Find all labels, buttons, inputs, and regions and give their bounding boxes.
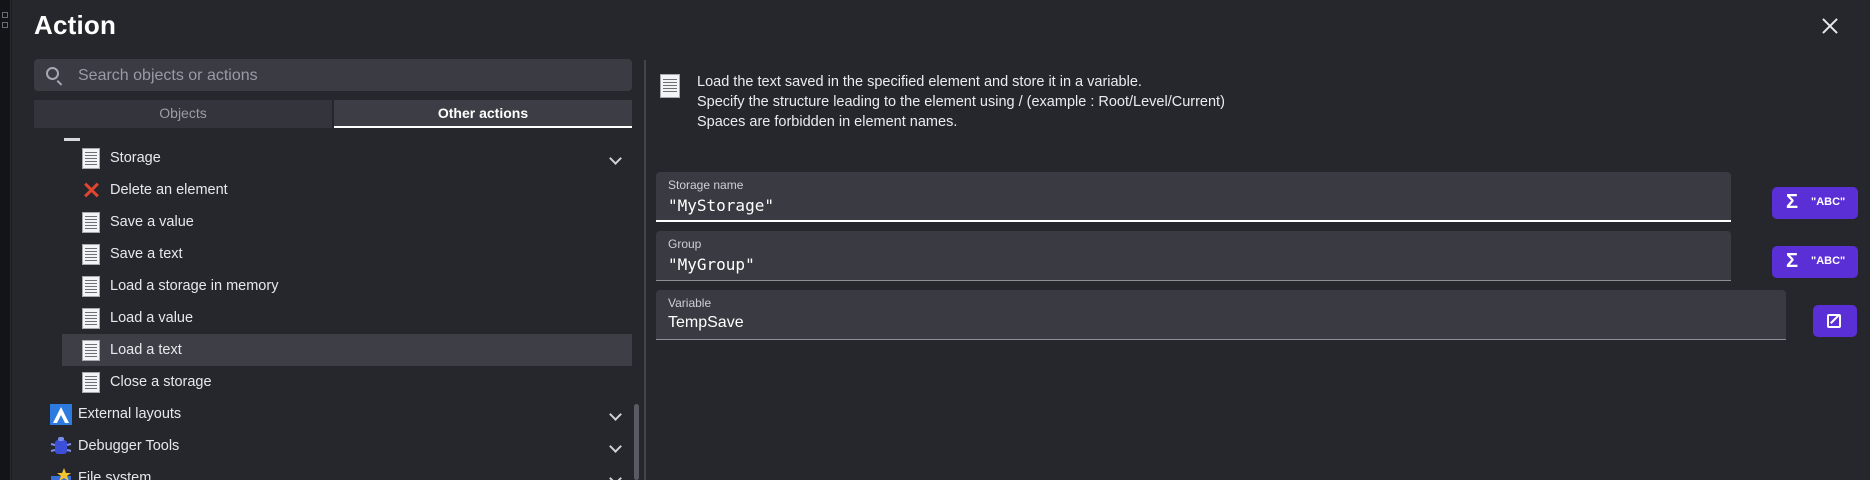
chevron-down-icon[interactable]	[609, 408, 622, 421]
tree-item-label: External layouts	[78, 406, 182, 422]
search-bar[interactable]	[34, 59, 632, 93]
doc-icon	[82, 212, 100, 233]
storage-name-field[interactable]: Storage name "MyStorage"	[656, 172, 1731, 222]
field-value[interactable]: TempSave	[668, 314, 744, 332]
tree-item-save-value[interactable]: Save a value	[62, 206, 632, 238]
left-edge-strip	[0, 0, 11, 480]
search-icon	[46, 67, 59, 80]
field-label: Group	[668, 237, 702, 251]
tree-item-label: Delete an element	[110, 182, 228, 198]
tab-bar: Objects Other actions	[34, 100, 632, 128]
abc-label: "ABC"	[1811, 196, 1846, 208]
doc-icon	[82, 308, 100, 329]
search-input[interactable]	[76, 59, 620, 93]
action-description: Load the text saved in the specified ele…	[697, 72, 1225, 132]
group-field[interactable]: Group "MyGroup"	[656, 231, 1731, 281]
dialog-title: Action	[34, 10, 117, 40]
action-dialog: Action Objects Other actions Storage Del…	[12, 0, 1870, 480]
tree-item-close-storage[interactable]: Close a storage	[62, 366, 632, 398]
tree-item-storage[interactable]: Storage	[62, 142, 632, 174]
tree-item-delete-element[interactable]: Delete an element	[62, 174, 632, 206]
doc-icon	[82, 244, 100, 265]
field-value[interactable]: "MyStorage"	[668, 196, 774, 215]
doc-icon	[82, 372, 100, 393]
tree-item-save-text[interactable]: Save a text	[62, 238, 632, 270]
tree-category-external-layouts[interactable]: External layouts	[46, 398, 632, 430]
field-label: Storage name	[668, 178, 744, 192]
chevron-down-icon[interactable]	[609, 152, 622, 165]
sigma-icon: Σ	[1786, 250, 1799, 272]
description-line: Specify the structure leading to the ele…	[697, 94, 1225, 110]
panel-divider[interactable]	[644, 60, 646, 480]
field-label: Variable	[668, 296, 712, 310]
description-line: Load the text saved in the specified ele…	[697, 74, 1142, 90]
tree-item-label: Load a value	[110, 310, 194, 326]
open-variable-editor-button[interactable]	[1813, 305, 1857, 337]
tree-item-label: Load a text	[110, 342, 182, 358]
tree-category-debugger-tools[interactable]: Debugger Tools	[46, 430, 632, 462]
file-system-icon	[51, 468, 71, 480]
sigma-icon: Σ	[1786, 191, 1799, 213]
chevron-down-icon[interactable]	[609, 472, 622, 480]
tab-other-actions[interactable]: Other actions	[334, 100, 632, 128]
delete-x-icon	[82, 181, 100, 199]
action-doc-icon	[660, 74, 680, 98]
action-tree: Storage Delete an element Save a value S…	[34, 132, 634, 480]
tree-item-label: File system	[78, 470, 152, 480]
tree-item-load-value[interactable]: Load a value	[62, 302, 632, 334]
grid-icon	[2, 12, 8, 18]
grid-icon	[2, 22, 8, 28]
expression-editor-button[interactable]: Σ "ABC"	[1772, 187, 1858, 219]
collapsed-group-marker	[64, 138, 80, 141]
doc-icon	[82, 276, 100, 297]
tree-item-label: Close a storage	[110, 374, 212, 390]
tree-item-load-text[interactable]: Load a text	[62, 334, 632, 366]
tree-item-label: Save a text	[110, 246, 183, 262]
tab-objects[interactable]: Objects	[34, 100, 332, 128]
tree-item-label: Save a value	[110, 214, 194, 230]
tree-scrollbar[interactable]	[634, 404, 639, 480]
external-link-icon	[1827, 314, 1841, 328]
tree-item-label: Storage	[110, 150, 161, 166]
external-layouts-icon	[50, 404, 72, 425]
doc-icon	[82, 340, 100, 361]
abc-label: "ABC"	[1811, 255, 1846, 267]
close-icon[interactable]	[1818, 14, 1842, 38]
field-value[interactable]: "MyGroup"	[668, 255, 755, 274]
tree-item-label: Debugger Tools	[78, 438, 180, 454]
variable-field[interactable]: Variable TempSave	[656, 290, 1786, 340]
tree-item-label: Load a storage in memory	[110, 278, 279, 294]
tree-category-file-system[interactable]: File system	[46, 462, 632, 480]
description-line: Spaces are forbidden in element names.	[697, 114, 958, 130]
storage-doc-icon	[82, 148, 100, 169]
debugger-tools-icon	[50, 437, 72, 454]
chevron-down-icon[interactable]	[609, 440, 622, 453]
tree-item-load-storage[interactable]: Load a storage in memory	[62, 270, 632, 302]
expression-editor-button[interactable]: Σ "ABC"	[1772, 246, 1858, 278]
